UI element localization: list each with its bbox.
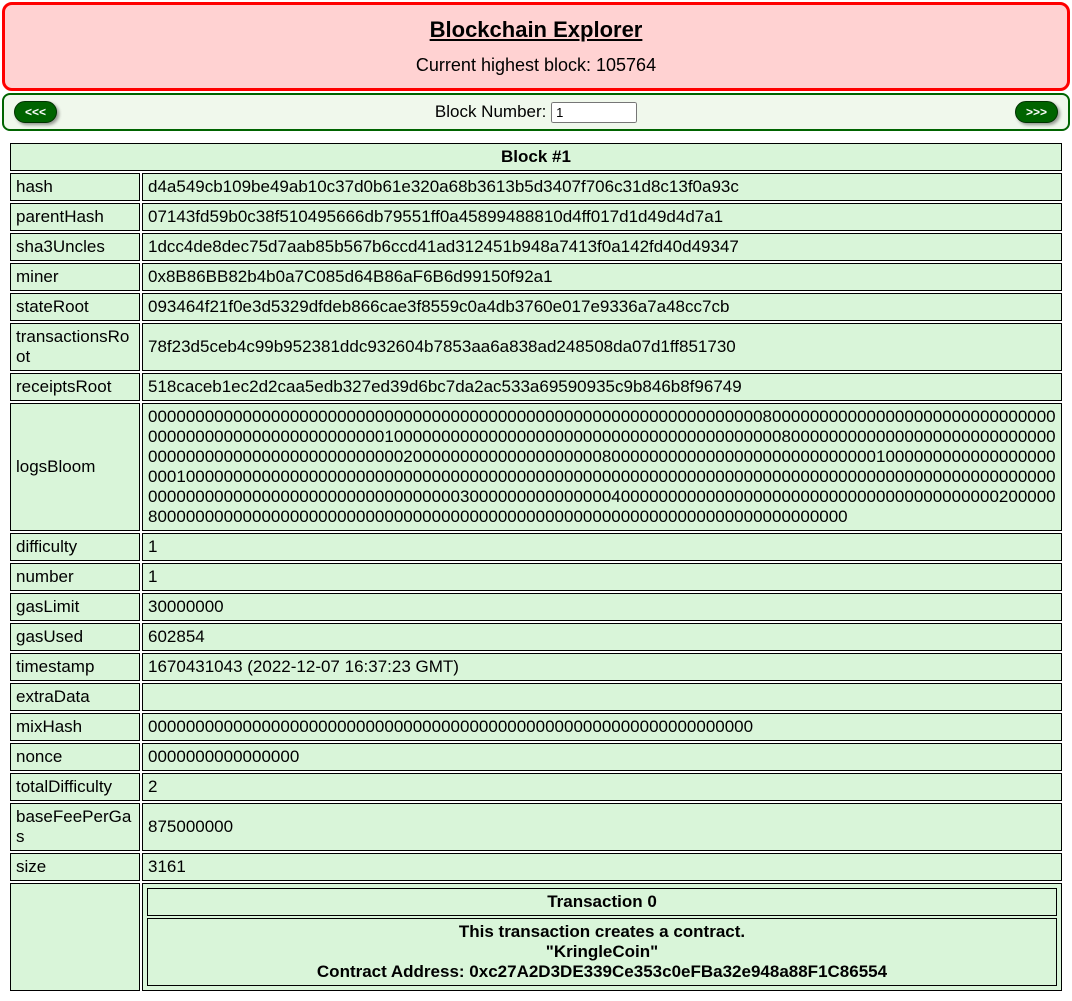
block-field-value: 602854 <box>142 623 1062 651</box>
block-field-value: d4a549cb109be49ab10c37d0b61e320a68b3613b… <box>142 173 1062 201</box>
block-field-key: nonce <box>10 743 140 771</box>
block-field-value: 518caceb1ec2d2caa5edb327ed39d6bc7da2ac53… <box>142 373 1062 401</box>
table-row: extraData <box>10 683 1062 711</box>
table-row: Transaction 0This transaction creates a … <box>10 883 1062 991</box>
block-field-key: transactionsRoot <box>10 323 140 371</box>
block-field-key: logsBloom <box>10 403 140 531</box>
table-row: nonce0000000000000000 <box>10 743 1062 771</box>
block-field-key: baseFeePerGas <box>10 803 140 851</box>
table-row: receiptsRoot518caceb1ec2d2caa5edb327ed39… <box>10 373 1062 401</box>
block-number-input[interactable] <box>551 102 637 123</box>
block-field-key: number <box>10 563 140 591</box>
block-field-key: sha3Uncles <box>10 233 140 261</box>
table-row: number1 <box>10 563 1062 591</box>
header-box: Blockchain Explorer Current highest bloc… <box>2 2 1070 91</box>
block-number-label: Block Number: <box>435 102 551 121</box>
block-field-value: 093464f21f0e3d5329dfdeb866cae3f8559c0a4d… <box>142 293 1062 321</box>
highest-block-label: Current highest block: 105764 <box>5 55 1067 76</box>
content-area: Block #1 hashd4a549cb109be49ab10c37d0b61… <box>0 133 1072 1001</box>
block-field-key: difficulty <box>10 533 140 561</box>
table-row: difficulty1 <box>10 533 1062 561</box>
table-row: hashd4a549cb109be49ab10c37d0b61e320a68b3… <box>10 173 1062 201</box>
block-field-key: size <box>10 853 140 881</box>
block-field-value: 875000000 <box>142 803 1062 851</box>
block-field-value: 0x8B86BB82b4b0a7C085d64B86aF6B6d99150f92… <box>142 263 1062 291</box>
table-row: gasUsed602854 <box>10 623 1062 651</box>
table-row: size3161 <box>10 853 1062 881</box>
block-field-value: 1 <box>142 563 1062 591</box>
block-field-value: 07143fd59b0c38f510495666db79551ff0a45899… <box>142 203 1062 231</box>
block-field-key: miner <box>10 263 140 291</box>
transaction-heading: Transaction 0 <box>147 888 1057 916</box>
block-field-value: 0000000000000000000000000000000000000000… <box>142 403 1062 531</box>
block-field-value <box>142 683 1062 711</box>
transactions-cell: Transaction 0This transaction creates a … <box>142 883 1062 991</box>
table-row: mixHash000000000000000000000000000000000… <box>10 713 1062 741</box>
block-field-key: stateRoot <box>10 293 140 321</box>
block-field-key: gasLimit <box>10 593 140 621</box>
table-row: stateRoot093464f21f0e3d5329dfdeb866cae3f… <box>10 293 1062 321</box>
block-field-key: gasUsed <box>10 623 140 651</box>
block-field-key: hash <box>10 173 140 201</box>
block-number-group: Block Number: <box>435 102 637 123</box>
block-field-value: 78f23d5ceb4c99b952381ddc932604b7853aa6a8… <box>142 323 1062 371</box>
next-block-button[interactable]: >>> <box>1015 101 1058 123</box>
block-field-value: 1 <box>142 533 1062 561</box>
block-field-key: receiptsRoot <box>10 373 140 401</box>
prev-block-button[interactable]: <<< <box>14 101 57 123</box>
table-row: miner0x8B86BB82b4b0a7C085d64B86aF6B6d991… <box>10 263 1062 291</box>
nav-bar: <<< Block Number: >>> <box>2 93 1070 131</box>
block-field-key <box>10 883 140 991</box>
table-row: totalDifficulty2 <box>10 773 1062 801</box>
page-title: Blockchain Explorer <box>5 17 1067 43</box>
block-field-key: extraData <box>10 683 140 711</box>
block-field-value: 3161 <box>142 853 1062 881</box>
transaction-summary: This transaction creates a contract."Kri… <box>147 918 1057 986</box>
table-row: baseFeePerGas875000000 <box>10 803 1062 851</box>
block-field-value: 30000000 <box>142 593 1062 621</box>
block-field-value: 1670431043 (2022-12-07 16:37:23 GMT) <box>142 653 1062 681</box>
table-row: timestamp1670431043 (2022-12-07 16:37:23… <box>10 653 1062 681</box>
block-field-key: timestamp <box>10 653 140 681</box>
block-field-value: 2 <box>142 773 1062 801</box>
block-field-key: mixHash <box>10 713 140 741</box>
block-field-key: totalDifficulty <box>10 773 140 801</box>
table-row: logsBloom0000000000000000000000000000000… <box>10 403 1062 531</box>
table-row: gasLimit30000000 <box>10 593 1062 621</box>
block-table: Block #1 hashd4a549cb109be49ab10c37d0b61… <box>8 141 1064 993</box>
table-row: transactionsRoot78f23d5ceb4c99b952381ddc… <box>10 323 1062 371</box>
table-row: parentHash07143fd59b0c38f510495666db7955… <box>10 203 1062 231</box>
block-field-value: 0000000000000000000000000000000000000000… <box>142 713 1062 741</box>
block-field-key: parentHash <box>10 203 140 231</box>
table-row: sha3Uncles1dcc4de8dec75d7aab85b567b6ccd4… <box>10 233 1062 261</box>
block-heading: Block #1 <box>10 143 1062 171</box>
block-field-value: 1dcc4de8dec75d7aab85b567b6ccd41ad312451b… <box>142 233 1062 261</box>
block-field-value: 0000000000000000 <box>142 743 1062 771</box>
transaction-table: Transaction 0This transaction creates a … <box>145 886 1059 988</box>
